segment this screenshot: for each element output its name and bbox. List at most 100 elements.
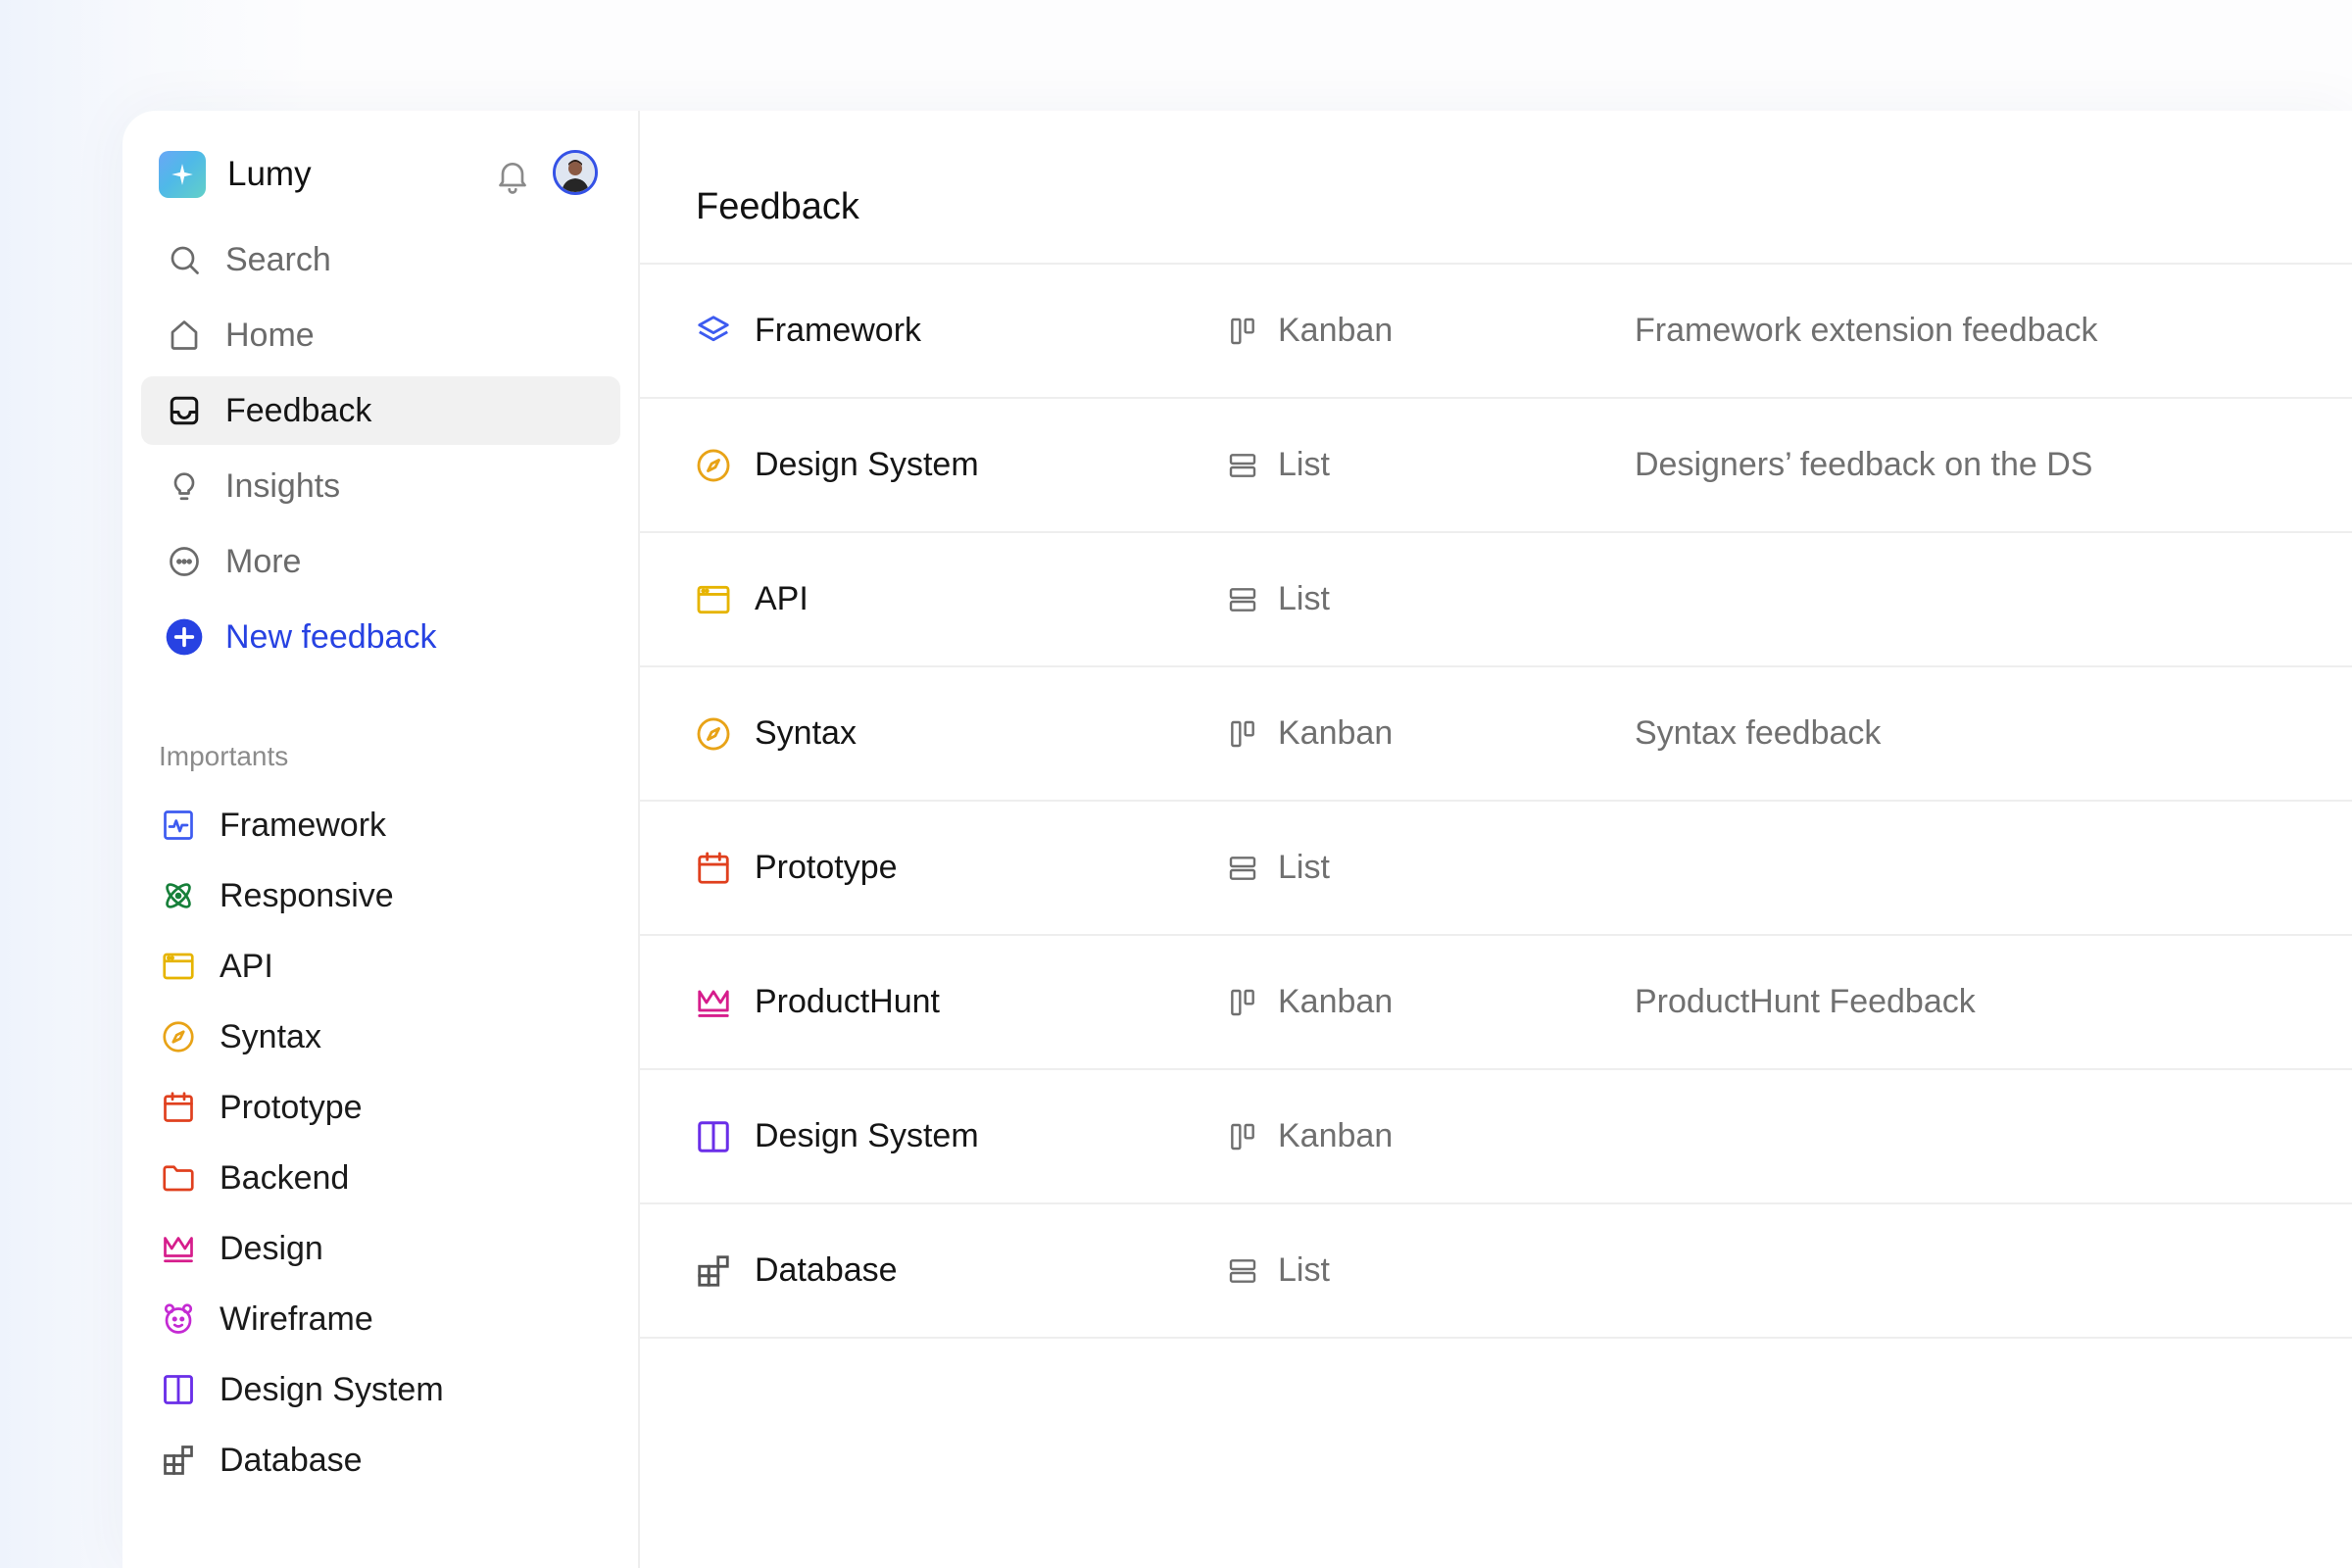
board-description: Framework extension feedback [1635,312,2098,349]
workspace-switcher[interactable]: Lumy [159,150,312,199]
kanban-icon [1225,314,1260,349]
app-window: Lumy Search Home Feedback Insights More … [122,111,2352,1568]
board-name: ProductHunt [755,983,940,1020]
list-icon [1225,1253,1260,1289]
board-description: Designers’ feedback on the DS [1635,446,2093,483]
kanban-icon [1225,985,1260,1020]
importants-label: Responsive [220,876,394,914]
board-name: Design System [755,1117,979,1154]
plus-circle-icon [165,617,204,657]
board-description: ProductHunt Feedback [1635,983,1976,1020]
importants-label: Framework [220,806,387,844]
importants-item-wireframe[interactable]: Wireframe [159,1284,610,1354]
browser-window-icon [694,580,733,619]
sidebar: Lumy Search Home Feedback Insights More … [122,111,640,1568]
main-nav: Search Home Feedback Insights More New f… [141,225,620,678]
main-content: Feedback Framework Kanban Framework exte… [640,111,2352,1568]
importants-label: API [220,947,273,985]
list-icon [1225,448,1260,483]
importants-item-backend[interactable]: Backend [159,1143,610,1213]
layers-icon [694,312,733,351]
view-type: Kanban [1278,1117,1394,1154]
board-name: Framework [755,312,922,349]
importants-item-design[interactable]: Design [159,1213,610,1284]
blocks-icon [159,1441,198,1480]
importants-item-syntax[interactable]: Syntax [159,1002,610,1072]
nav-label: Feedback [225,391,372,429]
table-row[interactable]: API List [640,533,2352,667]
nav-insights[interactable]: Insights [141,452,620,520]
view-type: List [1278,849,1330,886]
compass-icon [159,1017,198,1056]
crown-icon [694,983,733,1022]
home-icon [165,316,204,355]
columns-icon [694,1117,733,1156]
table-row[interactable]: Prototype List [640,802,2352,936]
nav-feedback[interactable]: Feedback [141,376,620,445]
view-type: Kanban [1278,312,1394,349]
board-name: Database [755,1251,898,1289]
importants-item-framework[interactable]: Framework [159,790,610,860]
nav-search[interactable]: Search [141,225,620,294]
list-icon [1225,582,1260,617]
bell-icon[interactable] [493,156,532,195]
nav-label: Insights [225,466,341,505]
browser-window-icon [159,947,198,986]
table-row[interactable]: ProductHunt Kanban ProductHunt Feedback [640,936,2352,1070]
lumy-logo-icon [159,151,206,198]
nav-more[interactable]: More [141,527,620,596]
atom-icon [159,876,198,915]
new-feedback-button[interactable]: New feedback [141,603,620,671]
table-row[interactable]: Design System Kanban [640,1070,2352,1204]
nav-label: Home [225,316,315,354]
importants-label: Syntax [220,1017,321,1055]
nav-label: More [225,542,302,580]
view-type: List [1278,446,1330,483]
importants-item-prototype[interactable]: Prototype [159,1072,610,1143]
importants-item-database[interactable]: Database [159,1425,610,1495]
folder-icon [159,1158,198,1198]
board-name: API [755,580,808,617]
importants-label: Database [220,1441,363,1479]
calendar-icon [694,849,733,888]
kanban-icon [1225,716,1260,752]
kanban-icon [1225,1119,1260,1154]
importants-label: Design [220,1229,323,1267]
search-icon [165,240,204,279]
importants-list: Framework Responsive API Syntax Prototyp… [159,790,610,1495]
inbox-icon [165,391,204,430]
view-type: Kanban [1278,983,1394,1020]
table-row[interactable]: Database List [640,1204,2352,1339]
importants-label: Wireframe [220,1299,373,1338]
board-name: Prototype [755,849,898,886]
importants-item-responsive[interactable]: Responsive [159,860,610,931]
columns-icon [159,1370,198,1409]
compass-icon [694,446,733,485]
workspace-name: Lumy [227,155,312,193]
calendar-icon [159,1088,198,1127]
importants-label: Backend [220,1158,350,1197]
importants-item-design-system[interactable]: Design System [159,1354,610,1425]
board-description: Syntax feedback [1635,714,1882,752]
board-name: Design System [755,446,979,483]
importants-label: Design System [220,1370,444,1408]
importants-item-api[interactable]: API [159,931,610,1002]
table-row[interactable]: Design System List Designers’ feedback o… [640,399,2352,533]
view-type: Kanban [1278,714,1394,752]
nav-label: Search [225,240,331,278]
crown-icon [159,1229,198,1268]
more-icon [165,542,204,581]
blocks-icon [694,1251,733,1291]
board-name: Syntax [755,714,857,752]
face-icon [159,1299,198,1339]
nav-home[interactable]: Home [141,301,620,369]
table-row[interactable]: Framework Kanban Framework extension fee… [640,265,2352,399]
view-type: List [1278,1251,1330,1289]
list-icon [1225,851,1260,886]
avatar[interactable] [553,150,598,195]
feedback-board-list: Framework Kanban Framework extension fee… [640,263,2352,1339]
table-row[interactable]: Syntax Kanban Syntax feedback [640,667,2352,802]
importants-heading: Importants [159,741,289,771]
view-type: List [1278,580,1330,617]
importants-label: Prototype [220,1088,363,1126]
